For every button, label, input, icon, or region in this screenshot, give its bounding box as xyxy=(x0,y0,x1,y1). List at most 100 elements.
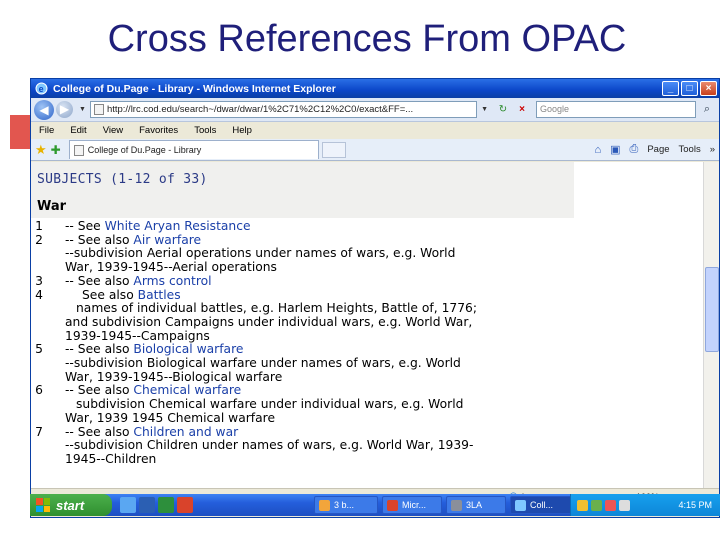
entry-text: -- See also Biological warfare --subdivis… xyxy=(65,342,591,385)
entry-line: --subdivision Biological warfare under n… xyxy=(65,356,591,371)
cross-reference-entry: 3 -- See also Arms control xyxy=(31,273,591,289)
entry-line-text: War, 1939 1945 Chemical warfare xyxy=(65,410,276,425)
menu-bar: File Edit View Favorites Tools Help xyxy=(31,122,719,139)
menu-view[interactable]: View xyxy=(103,125,123,136)
page-menu[interactable]: Page xyxy=(647,144,669,155)
entry-line: --subdivision Children under names of wa… xyxy=(65,438,591,453)
entry-line-text: See also xyxy=(82,287,138,302)
word-quicklaunch-icon[interactable] xyxy=(139,497,155,513)
entry-line: War, 1939-1945--Biological warfare xyxy=(65,369,591,385)
page-icon xyxy=(93,104,104,115)
subject-link[interactable]: Chemical warfare xyxy=(133,383,241,398)
excel-quicklaunch-icon[interactable] xyxy=(158,497,174,513)
slide-bullet-decoration xyxy=(10,115,32,149)
tray-icon[interactable] xyxy=(619,499,630,511)
entry-line-text: --subdivision Biological warfare under n… xyxy=(65,356,461,371)
stop-icon[interactable]: × xyxy=(514,102,530,118)
subject-link[interactable]: Battles xyxy=(138,288,181,302)
taskbar-clock: 4:15 PM xyxy=(678,500,712,510)
feeds-icon[interactable]: ▣ xyxy=(610,143,620,156)
entry-text: -- See also Children and war --subdivisio… xyxy=(65,424,591,467)
window-titlebar[interactable]: e College of Du.Page - Library - Windows… xyxy=(31,79,719,98)
entry-line-text: -- See also xyxy=(65,383,134,398)
entry-line-text: War, 1939-1945--Biological warfare xyxy=(65,369,283,384)
entry-number: 5 xyxy=(35,342,43,357)
entry-number: 1 xyxy=(35,219,43,233)
entry-number: 4 xyxy=(35,287,43,302)
tab-bar: ★ ✚ College of Du.Page - Library ⌂ ▣ ⎙ P… xyxy=(31,139,719,161)
address-bar: ◀ ▶ ▼ http://lrc.cod.edu/search~/dwar/dw… xyxy=(31,98,719,122)
windows-taskbar: start 3 b... Micr... 3LA Coll... 4:15 PM xyxy=(30,494,720,516)
back-button[interactable]: ◀ xyxy=(34,99,54,120)
entry-line: See also Battles xyxy=(65,287,591,303)
subjects-heading: SUBJECTS (1-12 of 33) xyxy=(37,172,208,187)
tray-icon[interactable] xyxy=(605,499,616,511)
subject-link[interactable]: Air warfare xyxy=(133,233,201,247)
menu-favorites[interactable]: Favorites xyxy=(139,125,178,136)
window-title: College of Du.Page - Library - Windows I… xyxy=(53,82,336,95)
menu-help[interactable]: Help xyxy=(232,125,252,136)
entry-line: subdivision Chemical warfare under indiv… xyxy=(65,397,591,412)
taskbar-item-3[interactable]: 3LA xyxy=(446,496,506,514)
subject-link[interactable]: Biological warfare xyxy=(133,342,243,356)
entry-line-text: names of individual battles, e.g. Harlem… xyxy=(76,301,478,316)
start-button[interactable]: start xyxy=(30,494,112,516)
minimize-button[interactable]: _ xyxy=(662,81,679,96)
quick-launch xyxy=(120,497,196,513)
entry-line-text: --subdivision Children under names of wa… xyxy=(65,438,474,453)
start-label: start xyxy=(56,497,85,513)
entry-line-text: --subdivision Aerial operations under na… xyxy=(65,246,456,261)
taskbar-item-label: Coll... xyxy=(530,500,554,510)
favorites-star-icon[interactable]: ★ xyxy=(35,142,47,158)
command-bar: ⌂ ▣ ⎙ Page Tools » xyxy=(585,143,719,156)
menu-file[interactable]: File xyxy=(39,125,54,136)
menu-edit[interactable]: Edit xyxy=(70,125,86,136)
vertical-scrollbar[interactable] xyxy=(703,162,719,488)
entry-line-text: -- See also xyxy=(65,232,134,247)
add-favorite-icon[interactable]: ✚ xyxy=(51,143,61,157)
entry-number: 3 xyxy=(35,273,43,288)
close-button[interactable]: × xyxy=(700,81,717,96)
search-icon[interactable]: ⌕ xyxy=(698,101,716,118)
tools-menu[interactable]: Tools xyxy=(679,144,701,155)
entry-line: -- See White Aryan Resistance xyxy=(65,219,591,234)
entry-line-text: 1945--Children xyxy=(65,451,157,466)
subject-link[interactable]: Children and war xyxy=(133,425,238,439)
entry-text: See also Battles names of individual batt… xyxy=(65,287,591,344)
cross-reference-entry: 1 -- See White Aryan Resistance xyxy=(31,219,591,234)
menu-tools[interactable]: Tools xyxy=(194,125,216,136)
scrollbar-thumb[interactable] xyxy=(705,267,719,352)
taskbar-item-1[interactable]: 3 b... xyxy=(314,496,378,514)
entry-line-text: and subdivision Campaigns under individu… xyxy=(65,314,473,329)
powerpoint-quicklaunch-icon[interactable] xyxy=(177,497,193,513)
taskbar-item-4[interactable]: Coll... xyxy=(510,496,572,514)
entry-line-text: -- See also xyxy=(65,424,134,439)
search-input[interactable]: Google xyxy=(536,101,696,118)
tab-library[interactable]: College of Du.Page - Library xyxy=(68,140,319,159)
taskbar-item-2[interactable]: Micr... xyxy=(382,496,442,514)
entry-line: -- See also Chemical warfare xyxy=(65,384,591,398)
ie-icon xyxy=(515,499,526,511)
history-dropdown-icon[interactable]: ▼ xyxy=(79,106,86,113)
maximize-button[interactable]: □ xyxy=(681,81,698,96)
refresh-icon[interactable]: ↻ xyxy=(495,102,511,118)
taskbar-item-label: Micr... xyxy=(402,500,426,510)
subject-link[interactable]: White Aryan Resistance xyxy=(105,219,251,233)
folder-icon xyxy=(319,499,330,511)
page-content: SUBJECTS (1-12 of 33) War 1 -- See White … xyxy=(31,162,703,488)
subjects-header: SUBJECTS (1-12 of 33) War xyxy=(31,162,574,218)
entry-line: -- See also Children and war xyxy=(65,424,591,440)
ie-quicklaunch-icon[interactable] xyxy=(120,497,136,513)
more-commands-icon[interactable]: » xyxy=(710,144,715,155)
url-dropdown-icon[interactable]: ▼ xyxy=(481,106,488,113)
cross-reference-list: 1 -- See White Aryan Resistance 2 -- See al… xyxy=(31,219,591,467)
subject-link[interactable]: Arms control xyxy=(133,274,211,288)
print-icon[interactable]: ⎙ xyxy=(630,143,639,156)
entry-text: -- See also Arms control xyxy=(65,274,591,289)
forward-button[interactable]: ▶ xyxy=(56,101,73,118)
url-input[interactable]: http://lrc.cod.edu/search~/dwar/dwar/1%2… xyxy=(89,101,478,118)
home-icon[interactable]: ⌂ xyxy=(594,144,601,156)
new-tab-button[interactable] xyxy=(321,141,346,158)
tray-icon[interactable] xyxy=(591,499,602,511)
tray-icon[interactable] xyxy=(577,499,588,511)
